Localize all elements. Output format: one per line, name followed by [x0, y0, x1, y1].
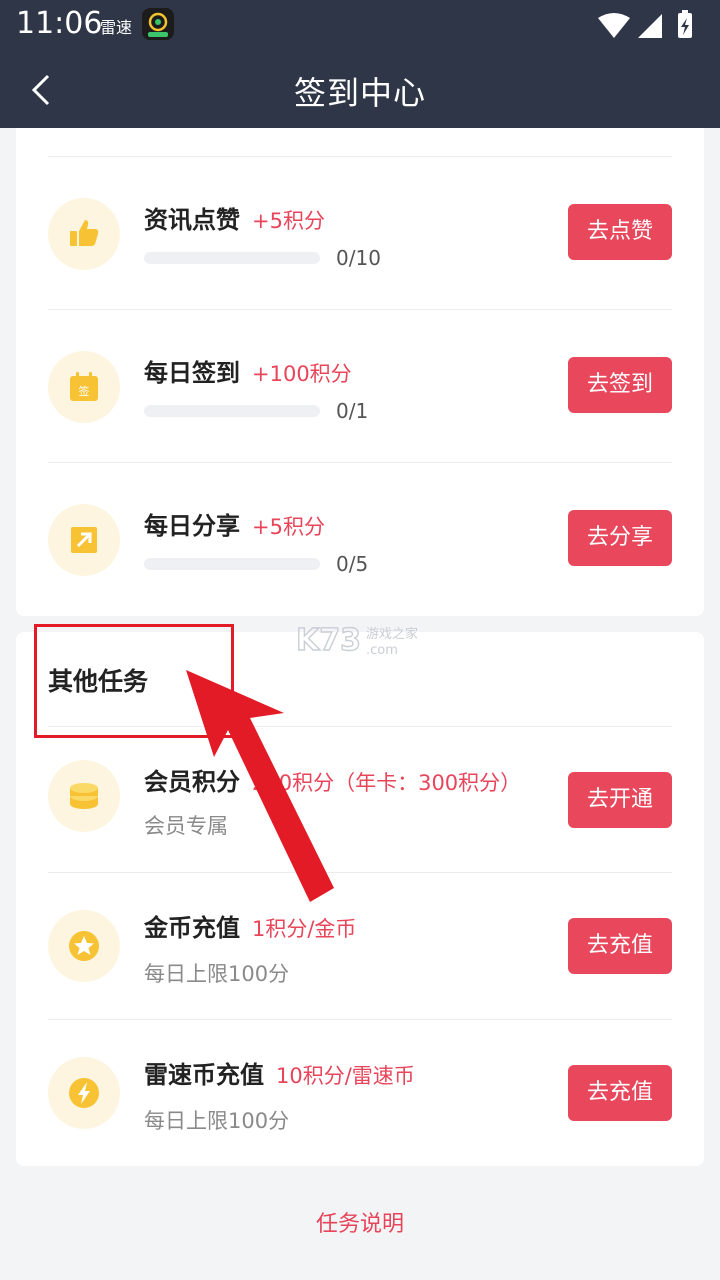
watermark-tagline: 游戏之家 [366, 626, 418, 642]
task-reward: 1积分/金币 [252, 917, 357, 941]
task-name: 每日分享 +5积分 [144, 512, 325, 540]
like-button[interactable]: 去点赞 [568, 204, 672, 260]
task-name: 会员积分 200积分（年卡：300积分） [144, 768, 522, 796]
task-reward: +5积分 [252, 209, 325, 233]
svg-text:签: 签 [79, 384, 90, 398]
app-notification-icon [142, 8, 174, 40]
checkin-button[interactable]: 去签到 [568, 357, 672, 413]
task-subtitle: 每日上限100分 [144, 1109, 290, 1133]
task-name: 每日签到 +100积分 [144, 359, 352, 387]
wifi-icon [598, 13, 630, 38]
gold-recharge-button[interactable]: 去充值 [568, 918, 672, 974]
k73-watermark-logo: K73 游戏之家 .com [296, 622, 418, 658]
star-coin-icon [48, 910, 120, 982]
calendar-sign-icon: 签 [48, 351, 120, 423]
progress-bar [144, 405, 320, 417]
coin-stack-icon [48, 760, 120, 832]
open-membership-button[interactable]: 去开通 [568, 772, 672, 828]
status-bar: 11:06 雷速 [0, 0, 720, 50]
annotation-highlight-box [34, 624, 234, 738]
signal-icon [638, 14, 662, 38]
progress-text: 0/10 [336, 246, 381, 270]
leisu-recharge-button[interactable]: 去充值 [568, 1065, 672, 1121]
lightning-coin-icon [48, 1057, 120, 1129]
task-row-gold-recharge: 金币充值 1积分/金币 每日上限100分 去充值 [16, 872, 704, 1019]
status-time: 11:06 [16, 6, 103, 41]
progress-bar [144, 252, 320, 264]
nav-bar: 签到中心 [0, 50, 720, 128]
task-subtitle: 会员专属 [144, 814, 228, 838]
task-name: 雷速币充值 10积分/雷速币 [144, 1061, 415, 1089]
share-button[interactable]: 去分享 [568, 510, 672, 566]
task-row-leisu-recharge: 雷速币充值 10积分/雷速币 每日上限100分 去充值 [16, 1019, 704, 1166]
task-row-membership: 会员积分 200积分（年卡：300积分） 会员专属 去开通 [16, 726, 704, 872]
page-title: 签到中心 [293, 74, 426, 112]
watermark-brand: K73 [296, 623, 361, 658]
task-row-share: 每日分享 +5积分 0/5 去分享 [16, 462, 704, 616]
top-bar: 11:06 雷速 签到中心 [0, 0, 720, 128]
progress-text: 0/5 [336, 552, 369, 576]
task-subtitle: 每日上限100分 [144, 962, 290, 986]
task-name: 资讯点赞 +5积分 [144, 206, 325, 234]
task-reward: 10积分/雷速币 [276, 1064, 415, 1088]
status-icons [598, 10, 692, 38]
progress-bar [144, 558, 320, 570]
task-name: 金币充值 1积分/金币 [144, 914, 357, 942]
progress-text: 0/1 [336, 399, 369, 423]
task-row-checkin: 签 每日签到 +100积分 0/1 去签到 [16, 309, 704, 463]
status-carrier: 雷速 [100, 18, 133, 37]
thumbs-up-icon [48, 198, 120, 270]
task-description-link[interactable]: 任务说明 [0, 1206, 720, 1238]
task-reward: +5积分 [252, 515, 325, 539]
daily-tasks-card: 资讯点赞+5积分 0/10 去点赞 签 每日签到+100积分 0/1 去签到 [16, 128, 704, 616]
watermark-domain: .com [366, 643, 398, 658]
share-arrow-icon [48, 504, 120, 576]
task-reward: 200积分（年卡：300积分） [252, 771, 522, 795]
task-row-like: 资讯点赞 +5积分 0/10 去点赞 [16, 156, 704, 310]
task-reward: +100积分 [252, 362, 352, 386]
